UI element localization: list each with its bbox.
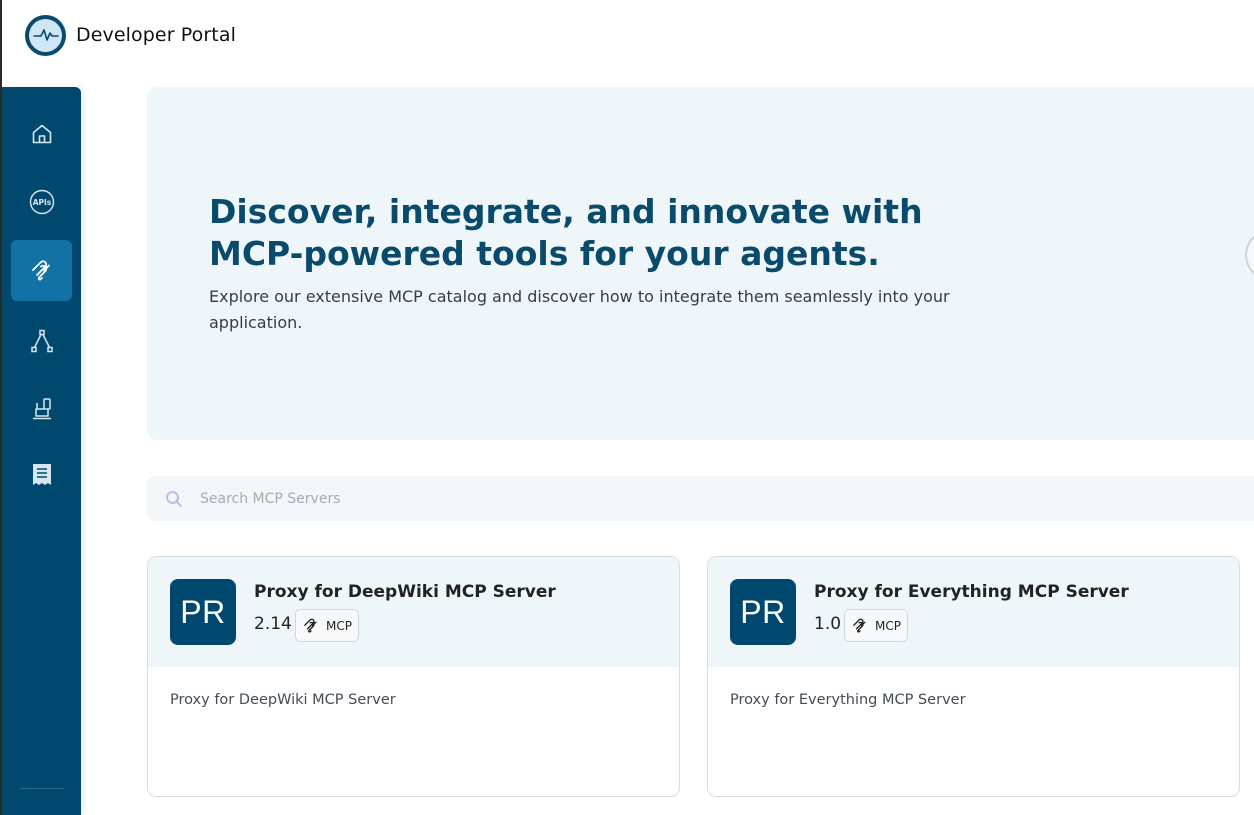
hero-illustration xyxy=(1245,232,1254,278)
mcp-icon xyxy=(853,618,866,633)
sidebar-item-mcp[interactable] xyxy=(11,240,72,301)
sidebar-item-apis[interactable]: APIs xyxy=(11,171,72,232)
sidebar-item-home[interactable] xyxy=(11,103,72,164)
sidebar-item-apps[interactable] xyxy=(11,378,72,439)
mcp-badge: MCP xyxy=(844,609,908,642)
mcp-server-card[interactable]: PR Proxy for Everything MCP Server 1.0 M… xyxy=(707,556,1240,797)
portal-logo-icon[interactable] xyxy=(25,14,66,56)
sidebar-item-docs[interactable] xyxy=(11,444,72,505)
search-input[interactable] xyxy=(200,490,800,507)
apis-icon: APIs xyxy=(29,189,54,214)
server-avatar: PR xyxy=(170,579,236,645)
portal-title[interactable]: Developer Portal xyxy=(76,24,236,46)
sidebar-nav: APIs xyxy=(2,87,81,815)
server-version: 1.0 xyxy=(814,614,842,634)
server-title[interactable]: Proxy for DeepWiki MCP Server xyxy=(254,582,556,602)
server-description: Proxy for DeepWiki MCP Server xyxy=(170,692,396,708)
server-description: Proxy for Everything MCP Server xyxy=(730,692,966,708)
sidebar-divider xyxy=(20,788,64,789)
mcp-icon xyxy=(31,259,50,280)
hero-subtitle: Explore our extensive MCP catalog and di… xyxy=(209,287,950,332)
mcp-badge: MCP xyxy=(295,609,359,642)
mcp-icon xyxy=(304,618,317,633)
hero-banner: Discover, integrate, and innovate with M… xyxy=(147,87,1254,440)
svg-text:APIs: APIs xyxy=(32,197,51,206)
card-header: PR Proxy for DeepWiki MCP Server 2.14 MC… xyxy=(148,557,679,667)
server-avatar: PR xyxy=(730,579,796,645)
applications-icon xyxy=(32,397,51,419)
top-header: Developer Portal xyxy=(2,0,1254,70)
card-header: PR Proxy for Everything MCP Server 1.0 M… xyxy=(708,557,1239,667)
badge-label: MCP xyxy=(326,618,352,633)
server-title[interactable]: Proxy for Everything MCP Server xyxy=(814,582,1129,602)
hero-title: Discover, integrate, and innovate with M… xyxy=(209,192,923,273)
search-bar[interactable] xyxy=(147,476,1254,521)
badge-label: MCP xyxy=(875,618,901,633)
search-icon xyxy=(165,490,183,508)
mcp-server-card[interactable]: PR Proxy for DeepWiki MCP Server 2.14 MC… xyxy=(147,556,680,797)
flow-icon xyxy=(30,329,53,352)
home-icon xyxy=(32,124,51,143)
document-icon xyxy=(32,463,51,485)
server-version: 2.14 xyxy=(254,614,292,634)
sidebar-item-flows[interactable] xyxy=(11,310,72,371)
